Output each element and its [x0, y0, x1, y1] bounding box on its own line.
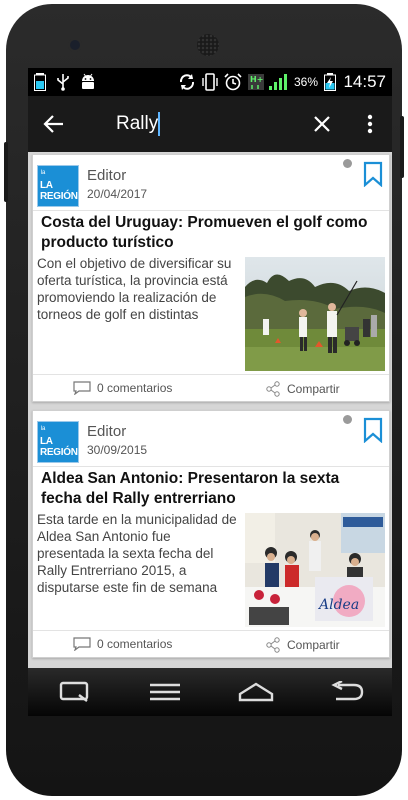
source-logo: la LA REGIÓN	[37, 165, 79, 207]
arrow-left-icon	[43, 115, 63, 133]
home-button[interactable]	[231, 672, 281, 712]
home-icon	[238, 682, 273, 702]
front-camera	[70, 40, 80, 50]
article-card[interactable]: la LA REGIÓN Editor 20/04/2017 Costa del…	[32, 154, 390, 402]
search-input[interactable]	[116, 110, 296, 138]
clear-search-button[interactable]	[306, 108, 338, 140]
unread-indicator	[343, 415, 352, 424]
divider	[33, 210, 389, 211]
article-image[interactable]	[245, 257, 385, 371]
search-toolbar	[28, 96, 392, 152]
battery-percent: 36%	[294, 75, 319, 89]
bookmark-icon	[363, 161, 383, 188]
sync-icon	[178, 72, 196, 92]
navigation-bar	[28, 668, 392, 716]
share-label: Compartir	[287, 382, 340, 396]
h-plus-icon: H+	[248, 72, 264, 92]
comments-button[interactable]: 0 comentarios	[73, 381, 172, 395]
earpiece-speaker	[197, 34, 219, 56]
usb-icon	[56, 72, 70, 92]
article-footer: 0 comentarios Compartir	[33, 631, 389, 657]
share-icon	[266, 637, 280, 653]
menu-button[interactable]	[140, 672, 190, 712]
text-cursor	[158, 112, 160, 136]
status-bar: H+ 36% 14:57	[28, 68, 392, 96]
charging-battery-icon	[324, 72, 336, 92]
android-debug-icon	[80, 72, 96, 92]
screen: H+ 36% 14:57 Rally la LA REGIÓN Editor 2…	[28, 68, 392, 716]
comment-icon	[73, 637, 91, 651]
recent-apps-icon	[59, 681, 88, 702]
svg-text:H+: H+	[250, 75, 263, 84]
overflow-menu-icon	[367, 114, 373, 134]
article-image[interactable]: Aldea	[245, 513, 385, 627]
comments-label: 0 comentarios	[97, 637, 173, 651]
article-excerpt: Con el objetivo de diversificar su ofert…	[37, 256, 232, 322]
bookmark-button[interactable]	[363, 417, 383, 448]
article-author: Editor	[87, 423, 127, 440]
image-caption: Aldea	[317, 597, 359, 613]
unread-indicator	[343, 159, 352, 168]
back-button[interactable]	[38, 108, 70, 140]
back-icon	[330, 681, 363, 701]
source-logo: la LA REGIÓN	[37, 421, 79, 463]
power-button	[400, 116, 404, 178]
article-card[interactable]: la LA REGIÓN Editor 30/09/2015 Aldea San…	[32, 410, 390, 658]
battery-icon	[34, 72, 46, 92]
back-nav-button[interactable]	[322, 672, 372, 712]
volume-button	[4, 142, 8, 202]
close-icon	[314, 116, 330, 132]
phone-frame: H+ 36% 14:57 Rally la LA REGIÓN Editor 2…	[4, 4, 404, 796]
share-button[interactable]: Compartir	[265, 637, 340, 653]
alarm-icon	[224, 72, 242, 92]
bookmark-button[interactable]	[363, 161, 383, 192]
share-icon	[266, 381, 280, 397]
article-title[interactable]: Aldea San Antonio: Presentaron la sexta …	[41, 469, 381, 509]
comment-icon	[73, 381, 91, 395]
vibrate-icon	[202, 72, 218, 92]
article-list[interactable]: la LA REGIÓN Editor 20/04/2017 Costa del…	[28, 152, 392, 668]
signal-icon	[268, 72, 288, 92]
article-author: Editor	[87, 167, 127, 184]
overflow-menu-button[interactable]	[354, 108, 386, 140]
article-date: 30/09/2015	[87, 443, 148, 457]
share-label: Compartir	[287, 638, 340, 652]
share-button[interactable]: Compartir	[265, 381, 340, 397]
clock: 14:57	[343, 72, 386, 91]
divider	[33, 466, 389, 467]
article-excerpt: Esta tarde en la municipalidad de Aldea …	[37, 512, 237, 595]
article-footer: 0 comentarios Compartir	[33, 375, 389, 401]
menu-icon	[149, 683, 180, 701]
article-date: 20/04/2017	[87, 187, 148, 201]
comments-label: 0 comentarios	[97, 381, 173, 395]
article-title[interactable]: Costa del Uruguay: Promueven el golf com…	[41, 213, 381, 253]
comments-button[interactable]: 0 comentarios	[73, 637, 172, 651]
bookmark-icon	[363, 417, 383, 444]
recent-apps-button[interactable]	[49, 672, 99, 712]
